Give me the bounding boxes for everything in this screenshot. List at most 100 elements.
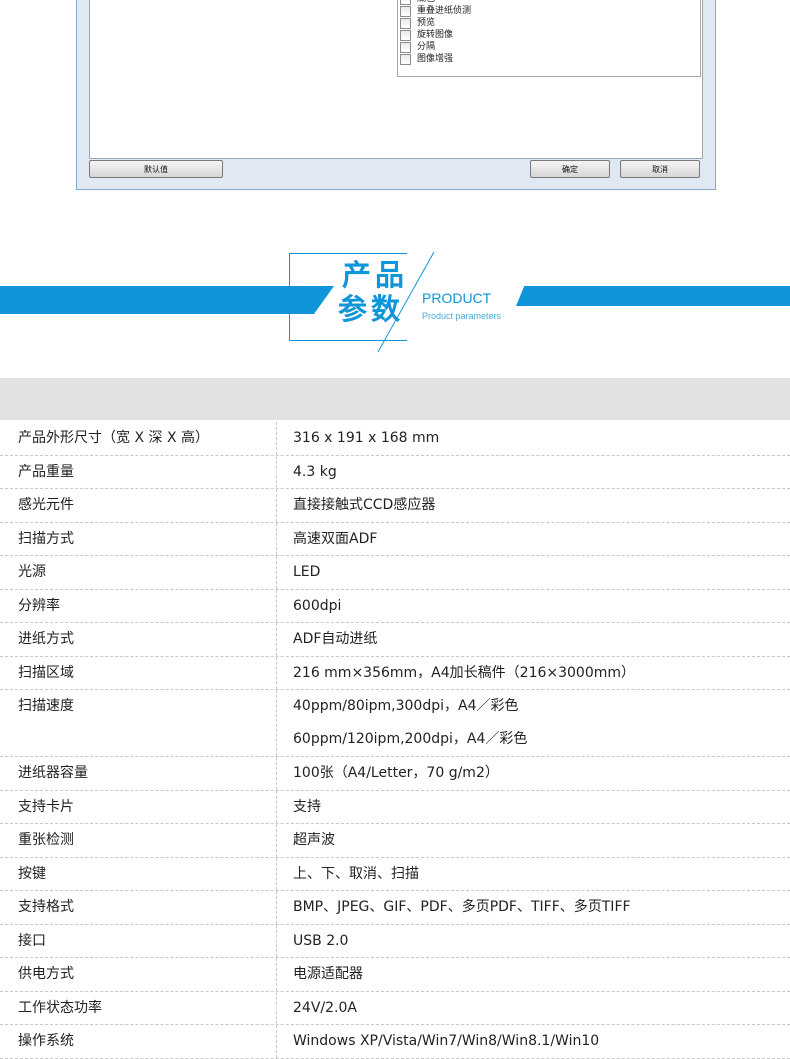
spec-value-cell: 216 mm×356mm，A4加长稿件（216×3000mm） [276, 656, 790, 689]
table-row: 进纸器容量 100张（A4/Letter，70 g/m2） [0, 757, 790, 791]
checkbox[interactable] [400, 0, 411, 5]
banner-subtitle-en: Product parameters [422, 311, 502, 321]
spec-label: 供电方式 [18, 966, 74, 982]
spec-label: 产品外形尺寸（宽 X 深 X 高） [18, 430, 209, 446]
banner-stripe-left [0, 286, 334, 314]
spec-value-cell: 600dpi [276, 589, 790, 622]
table-row: 重张检测 超声波 [0, 824, 790, 858]
spec-value: 600dpi [293, 597, 342, 614]
table-row: 分辨率 600dpi [0, 589, 790, 623]
spec-table: 产品外形尺寸（宽 X 深 X 高） 316 x 191 x 168 mm 产品重量 4… [0, 422, 790, 1059]
table-row: 产品外形尺寸（宽 X 深 X 高） 316 x 191 x 168 mm [0, 422, 790, 456]
spec-label: 感光元件 [18, 497, 74, 513]
spec-value-cell: 直接接触式CCD感应器 [276, 489, 790, 522]
spec-value: 216 mm×356mm，A4加长稿件（216×3000mm） [293, 664, 636, 681]
table-row: 支持格式 BMP、JPEG、GIF、PDF、多页PDF、TIFF、多页TIFF [0, 891, 790, 925]
table-row: 扫描方式 高速双面ADF [0, 522, 790, 556]
spec-value: 40ppm/80ipm,300dpi，A4／彩色 [293, 698, 519, 714]
spec-value: 超声波 [293, 832, 335, 848]
spec-label: 工作状态功率 [18, 999, 102, 1016]
spec-label: 按键 [18, 865, 46, 882]
banner-stripe-right [516, 286, 790, 306]
checkbox[interactable] [400, 41, 411, 53]
spec-value-cell: 100张（A4/Letter，70 g/m2） [276, 757, 790, 790]
option-item[interactable]: 重叠进纸侦测 [400, 5, 471, 17]
spec-value: 24V/2.0A [293, 999, 357, 1016]
spec-label: 产品重量 [18, 463, 74, 480]
option-label: 分隔 [417, 42, 436, 52]
scanner-settings-dialog: 底色 重叠进纸侦测 预览 旋转图像 分隔 图像增强 默认 [76, 0, 716, 190]
spec-label: 进纸方式 [18, 631, 74, 647]
spec-label: 光源 [18, 564, 46, 580]
spec-value: Windows XP/Vista/Win7/Win8/Win8.1/Win10 [293, 1033, 600, 1049]
cancel-button[interactable]: 取消 [620, 160, 700, 178]
spec-value-cell: 超声波 [276, 824, 790, 857]
table-row: 扫描速度 40ppm/80ipm,300dpi，A4／彩色 60ppm/120ipm… [0, 690, 790, 757]
checkbox[interactable] [400, 53, 411, 65]
spec-value-cell: 高速双面ADF [276, 522, 790, 555]
spec-label: 扫描方式 [18, 530, 74, 547]
banner-title-line1: 产品 [342, 258, 409, 292]
option-item[interactable]: 预览 [400, 17, 435, 29]
spec-label: 扫描速度 [18, 698, 74, 714]
checkbox[interactable] [400, 29, 411, 41]
spec-value: ADF自动进纸 [293, 631, 378, 647]
dialog-content-panel: 底色 重叠进纸侦测 预览 旋转图像 分隔 图像增强 [89, 0, 703, 159]
spec-value-cell: 316 x 191 x 168 mm [276, 422, 790, 455]
banner-title-en: PRODUCT [422, 290, 492, 306]
table-row: 供电方式 电源适配器 [0, 958, 790, 992]
spec-value-cell: LED [276, 556, 790, 589]
spec-value-cell: BMP、JPEG、GIF、PDF、多页PDF、TIFF、多页TIFF [276, 891, 790, 924]
spec-value: 316 x 191 x 168 mm [293, 430, 440, 446]
table-row: 工作状态功率 24V/2.0A [0, 991, 790, 1025]
default-button[interactable]: 默认值 [89, 160, 223, 178]
spec-label: 接口 [18, 932, 46, 949]
table-row: 感光元件 直接接触式CCD感应器 [0, 489, 790, 523]
table-row: 支持卡片 支持 [0, 790, 790, 824]
banner-title-cn: 产品 参数 [338, 258, 418, 326]
spec-label: 操作系统 [18, 1033, 74, 1049]
table-header-bar [0, 378, 790, 420]
spec-label: 扫描区域 [18, 664, 74, 681]
spec-value-cell: Windows XP/Vista/Win7/Win8/Win8.1/Win10 [276, 1025, 790, 1058]
checkbox[interactable] [400, 5, 411, 17]
option-item[interactable]: 图像增强 [400, 53, 453, 65]
spec-value: 支持 [293, 798, 321, 815]
table-row: 扫描区域 216 mm×356mm，A4加长稿件（216×3000mm） [0, 656, 790, 690]
spec-value: 4.3 kg [293, 463, 337, 480]
spec-label: 进纸器容量 [18, 765, 88, 781]
spec-value: 直接接触式CCD感应器 [293, 497, 436, 513]
spec-label: 重张检测 [18, 832, 74, 848]
option-item[interactable]: 分隔 [400, 41, 435, 53]
spec-value-cell: 电源适配器 [276, 958, 790, 991]
spec-value: BMP、JPEG、GIF、PDF、多页PDF、TIFF、多页TIFF [293, 899, 631, 915]
spec-value-cell: 40ppm/80ipm,300dpi，A4／彩色 60ppm/120ipm,200… [276, 690, 790, 756]
option-item[interactable]: 旋转图像 [400, 29, 453, 41]
table-row: 按键 上、下、取消、扫描 [0, 857, 790, 891]
spec-label: 分辨率 [18, 597, 60, 614]
ok-button[interactable]: 确定 [530, 160, 610, 178]
spec-value: USB 2.0 [293, 932, 349, 949]
table-row: 光源 LED [0, 556, 790, 590]
spec-value-cell: 上、下、取消、扫描 [276, 857, 790, 890]
spec-value-cell: ADF自动进纸 [276, 623, 790, 656]
spec-label: 支持格式 [18, 899, 74, 915]
spec-value: 60ppm/120ipm,200dpi，A4／彩色 [293, 731, 528, 747]
spec-value: 100张（A4/Letter，70 g/m2） [293, 765, 499, 781]
spec-value: 电源适配器 [293, 966, 363, 982]
option-label: 旋转图像 [417, 30, 454, 40]
spec-value: 高速双面ADF [293, 530, 378, 547]
spec-value-cell: 4.3 kg [276, 455, 790, 488]
spec-value: LED [293, 564, 321, 580]
options-list: 底色 重叠进纸侦测 预览 旋转图像 分隔 图像增强 [397, 0, 701, 77]
table-row: 进纸方式 ADF自动进纸 [0, 623, 790, 657]
spec-value-cell: USB 2.0 [276, 924, 790, 957]
option-label: 图像增强 [417, 54, 454, 64]
option-label: 预览 [417, 18, 436, 28]
table-row: 操作系统 Windows XP/Vista/Win7/Win8/Win8.1/Wi… [0, 1025, 790, 1059]
checkbox[interactable] [400, 17, 411, 29]
spec-value-cell: 支持 [276, 790, 790, 823]
spec-label: 支持卡片 [18, 798, 74, 815]
table-row: 产品重量 4.3 kg [0, 455, 790, 489]
spec-value: 上、下、取消、扫描 [293, 865, 419, 882]
